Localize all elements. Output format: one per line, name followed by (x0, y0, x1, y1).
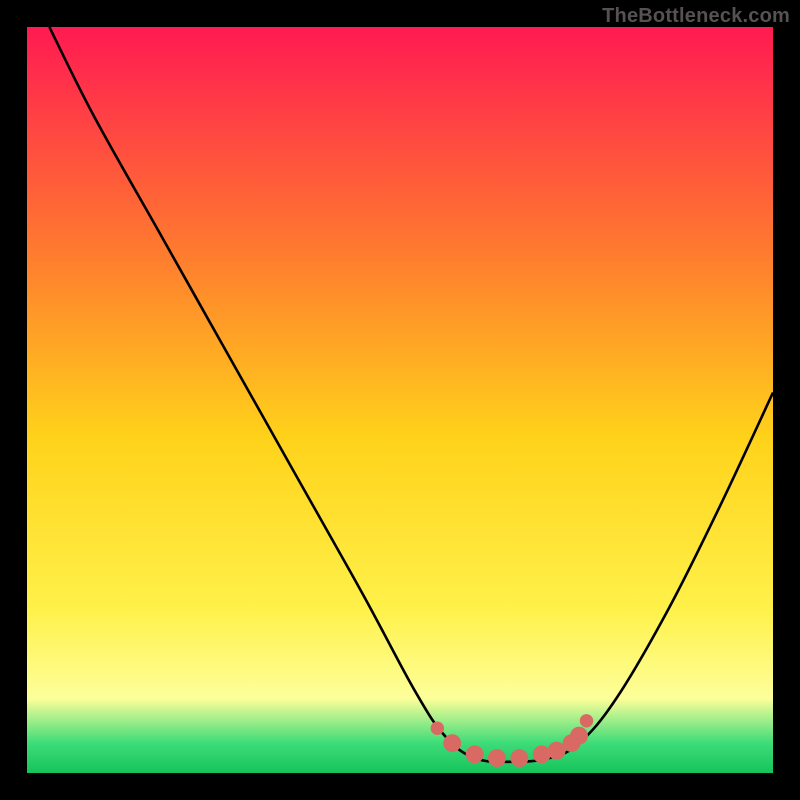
chart-frame: TheBottleneck.com (0, 0, 800, 800)
marker-dot (510, 749, 528, 767)
marker-dot (488, 749, 506, 767)
watermark-label: TheBottleneck.com (602, 5, 790, 28)
marker-dot (533, 745, 551, 763)
marker-dot (570, 727, 588, 745)
marker-dot (443, 734, 461, 752)
marker-dot (580, 714, 593, 727)
marker-dot (466, 745, 484, 763)
bottleneck-chart (27, 27, 773, 773)
marker-dot (431, 722, 444, 735)
